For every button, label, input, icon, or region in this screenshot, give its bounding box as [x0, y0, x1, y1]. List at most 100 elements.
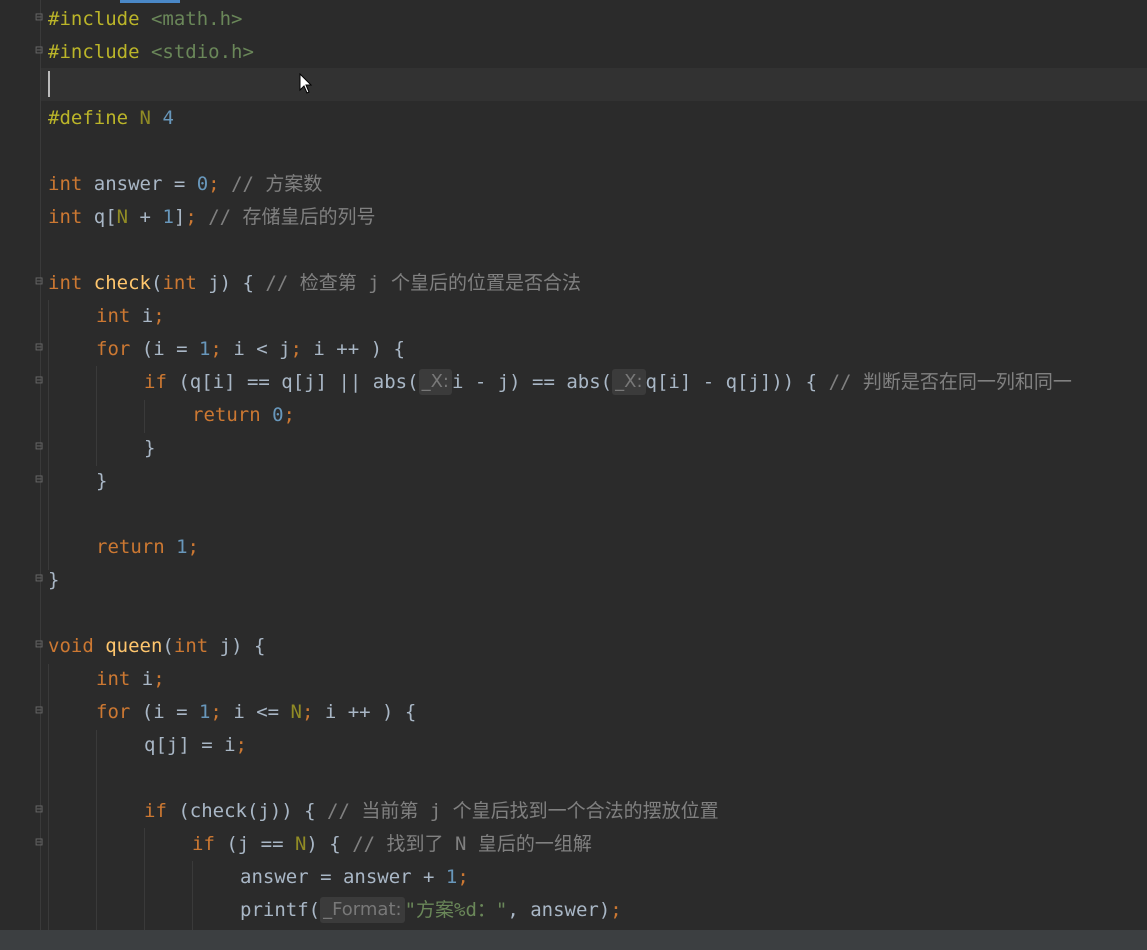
token: 1: [162, 206, 174, 228]
fold-marker-icon[interactable]: ⊟: [32, 275, 46, 289]
fold-marker-icon[interactable]: ⊟: [32, 836, 46, 850]
token: 0: [196, 173, 209, 195]
code-line-20[interactable]: void queen(int j) {: [48, 630, 265, 663]
token: (: [150, 272, 163, 294]
token: i ++ ) {: [313, 701, 417, 723]
token: }: [96, 470, 108, 492]
token: int: [96, 305, 131, 327]
code-line-4[interactable]: #define N 4: [48, 102, 174, 135]
token: +: [128, 206, 163, 228]
code-line-22[interactable]: for (i = 1; i <= N; i ++ ) {: [96, 696, 416, 729]
token: int: [48, 206, 83, 228]
fold-marker-icon[interactable]: ⊟: [32, 473, 46, 487]
token: }: [144, 437, 156, 459]
editor-gutter[interactable]: [0, 0, 41, 930]
token: ]: [173, 206, 186, 228]
token: i <=: [221, 701, 291, 723]
token: (i =: [130, 701, 199, 723]
fold-marker-icon[interactable]: ⊟: [32, 374, 46, 388]
fold-marker-icon[interactable]: ⊟: [32, 11, 46, 25]
code-line-28[interactable]: printf(_Format: "方案%d：", answer);: [240, 894, 622, 927]
token: ;: [210, 701, 222, 723]
token: i < j: [221, 338, 291, 360]
indent-guide: [96, 730, 97, 930]
token: q[i] - q[j])) {: [645, 371, 829, 393]
code-line-17[interactable]: return 1;: [96, 531, 199, 564]
fold-marker-icon[interactable]: ⊟: [32, 44, 46, 58]
indent-guide: [192, 861, 193, 930]
code-line-21[interactable]: int i;: [96, 663, 165, 696]
code-line-25[interactable]: if (check(j)) { // 当前第 j 个皇后找到一个合法的摆放位置: [144, 795, 719, 828]
token: if: [144, 371, 167, 393]
indent-guide: [144, 828, 145, 930]
mouse-pointer-icon: [299, 73, 313, 94]
fold-marker-icon[interactable]: ⊟: [32, 803, 46, 817]
token: // 找到了 N 皇后的一组解: [352, 833, 592, 855]
code-line-26[interactable]: if (j == N) { // 找到了 N 皇后的一组解: [192, 828, 592, 861]
token: #include: [48, 41, 140, 63]
fold-marker-icon[interactable]: ⊟: [32, 341, 46, 355]
token: for: [96, 338, 131, 360]
token: ;: [208, 173, 220, 195]
token: i - j) == abs(: [451, 371, 613, 393]
indent-guide: [48, 300, 49, 570]
code-line-27[interactable]: answer = answer + 1;: [240, 861, 469, 894]
token: ;: [185, 206, 197, 228]
token: for: [96, 701, 131, 723]
token: ;: [610, 899, 622, 921]
token: ;: [210, 338, 222, 360]
code-line-15[interactable]: }: [96, 465, 107, 498]
token: // 检查第 j 个皇后的位置是否合法: [265, 272, 582, 294]
token: 1: [198, 701, 211, 723]
token: N: [294, 833, 307, 855]
code-line-6[interactable]: int answer = 0; // 方案数: [48, 168, 322, 201]
token: N: [116, 206, 129, 228]
token: ;: [301, 701, 314, 723]
token: #include: [48, 8, 140, 30]
code-line-14[interactable]: }: [144, 432, 155, 465]
token: int: [173, 635, 209, 657]
token: if: [144, 800, 167, 822]
code-line-2[interactable]: #include <stdio.h>: [48, 36, 254, 69]
code-editor[interactable]: ⊟ ⊟ ⊟ ⊟ ⊟ ⊟ ⊟ ⊟ ⊟ ⊟ ⊟ ⊟ #include <math.h…: [0, 0, 1147, 930]
token: (i =: [130, 338, 199, 360]
text-cursor: [48, 71, 50, 97]
token: i: [130, 305, 154, 327]
token: check: [93, 272, 151, 294]
token: 0: [272, 404, 284, 426]
fold-marker-icon[interactable]: ⊟: [32, 638, 46, 652]
parameter-hint: _Format:: [320, 897, 405, 923]
token: ;: [283, 404, 295, 426]
fold-marker-icon[interactable]: ⊟: [32, 572, 46, 586]
code-line-1[interactable]: #include <math.h>: [48, 3, 242, 36]
token: (check(j)) {: [166, 800, 328, 822]
indent-guide: [48, 664, 49, 930]
fold-marker-icon[interactable]: ⊟: [32, 704, 46, 718]
token: ;: [457, 866, 469, 888]
token: #define: [48, 107, 129, 129]
code-line-13[interactable]: return 0;: [192, 399, 295, 432]
code-line-18[interactable]: }: [48, 564, 59, 597]
current-line-highlight: [41, 68, 1147, 101]
token: q[: [82, 206, 117, 228]
token: N: [290, 701, 302, 723]
token: 1: [445, 866, 458, 888]
token: <math.h>: [150, 8, 243, 30]
token: (q[i] == q[j] || abs(: [166, 371, 419, 393]
parameter-hint: _X:: [612, 369, 646, 395]
code-line-23[interactable]: q[j] = i;: [144, 729, 247, 762]
fold-marker-icon[interactable]: ⊟: [32, 440, 46, 454]
code-line-12[interactable]: if (q[i] == q[j] || abs( _X: i - j) == abs…: [144, 366, 1072, 399]
token: // 存储皇后的列号: [196, 206, 376, 228]
token: (: [162, 635, 174, 657]
code-line-11[interactable]: for (i = 1; i < j; i ++ ) {: [96, 333, 405, 366]
code-line-7[interactable]: int q[N + 1]; // 存储皇后的列号: [48, 201, 376, 234]
token: N: [139, 107, 151, 129]
token: }: [48, 569, 60, 591]
token: int: [162, 272, 197, 294]
indent-guide: [96, 366, 97, 466]
token: // 当前第 j 个皇后找到一个合法的摆放位置: [327, 800, 719, 822]
code-line-9[interactable]: int check(int j) { // 检查第 j 个皇后的位置是否合法: [48, 267, 581, 300]
code-line-10[interactable]: int i;: [96, 300, 165, 333]
token: ;: [235, 734, 247, 756]
